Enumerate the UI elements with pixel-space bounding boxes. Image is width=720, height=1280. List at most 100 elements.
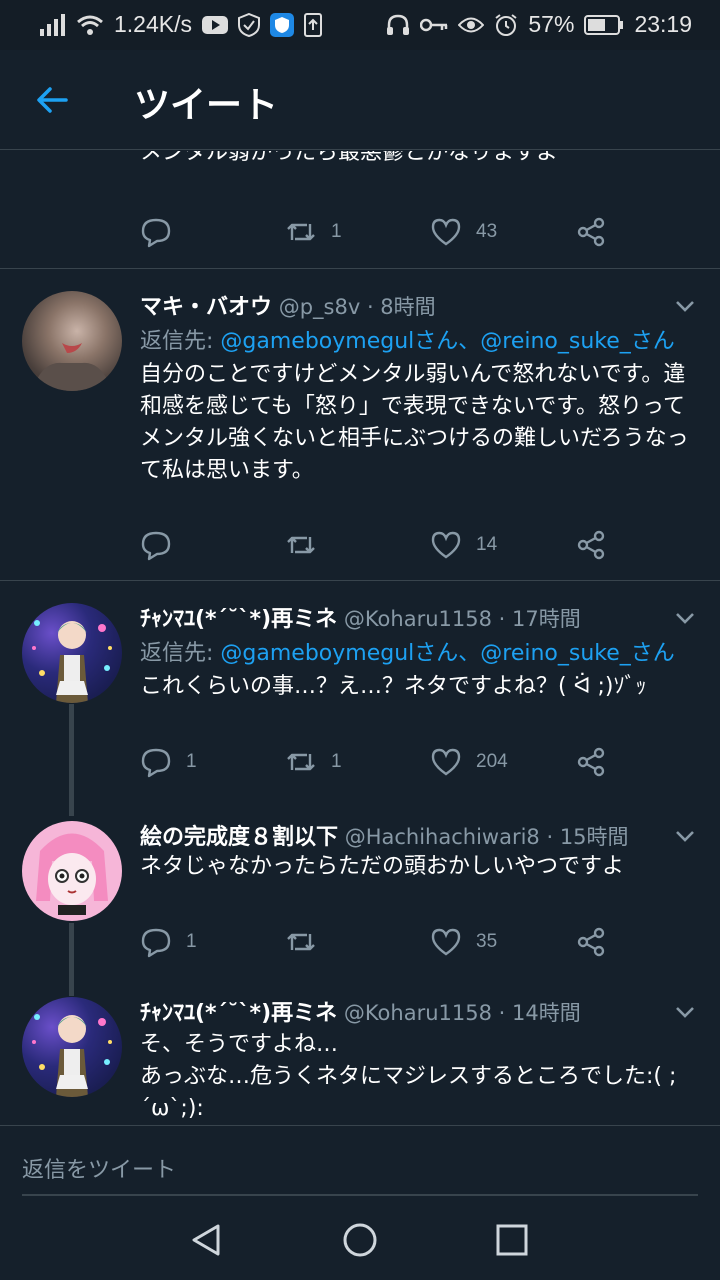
security-app-icon	[270, 12, 294, 37]
replying-to: 返信先: @gameboymegulさん、@reino_suke_さん	[140, 635, 675, 667]
reply-icon	[141, 928, 171, 958]
tweet-body: メンタル弱かったら最悪鬱とかなりますよ	[140, 151, 559, 165]
like-button[interactable]: 204	[430, 742, 508, 782]
mention-link[interactable]: @reino_suke_さん	[480, 641, 675, 666]
like-count: 204	[476, 751, 508, 772]
chevron-down-icon[interactable]	[672, 605, 698, 631]
tweet-partial[interactable]: メンタル弱かったら最悪鬱とかなりますよ 1 43	[0, 151, 720, 268]
reply-composer[interactable]: 返信をツイート	[0, 1125, 720, 1200]
share-button[interactable]	[575, 742, 607, 782]
reply-button[interactable]	[140, 525, 172, 565]
like-count: 14	[476, 534, 498, 555]
user-handle[interactable]: @Koharu1158	[344, 607, 492, 631]
reply-input-underline	[22, 1194, 698, 1196]
replying-label: 返信先:	[140, 329, 221, 354]
avatar[interactable]	[22, 997, 122, 1097]
shield-check-icon	[238, 12, 260, 37]
heart-icon	[431, 748, 461, 776]
wifi-icon	[76, 14, 104, 36]
tweet-body: これくらいの事…？え…？ネタですよね？( ᐛ ;)ｿﾞｯ	[140, 674, 647, 699]
like-button[interactable]: 43	[430, 212, 497, 252]
clock: 23:19	[634, 11, 692, 37]
chevron-down-icon[interactable]	[672, 823, 698, 849]
recents-square-icon[interactable]	[494, 1222, 530, 1258]
network-speed: 1.24K/s	[114, 11, 192, 37]
like-count: 43	[476, 221, 498, 242]
reply-count: 1	[186, 931, 197, 952]
display-name[interactable]: マキ・バオウ	[140, 295, 272, 320]
user-handle[interactable]: @Koharu1158	[344, 1001, 492, 1025]
share-icon	[577, 927, 605, 957]
back-triangle-icon[interactable]	[188, 1222, 224, 1258]
heart-icon	[431, 928, 461, 956]
retweet-button[interactable]: 1	[285, 212, 342, 252]
battery-percent: 57%	[528, 11, 575, 37]
display-name[interactable]: ﾁｬﾝﾏﾕ(*´˘`*)再ミネ	[140, 607, 337, 632]
tweet-thread[interactable]: メンタル弱かったら最悪鬱とかなりますよ 1 43 マキ・バオウ @p_s8v ·…	[0, 151, 720, 1125]
tweet-time: · 17時間	[491, 607, 581, 631]
tweet[interactable]: マキ・バオウ @p_s8v · 8時間 返信先: @gameboymegulさん…	[0, 269, 720, 581]
heart-icon	[431, 218, 461, 246]
tweet-body: そ、そうですよね… あっぶな…危うくネタにマジレスするところでした:( ;´ω`…	[140, 1029, 702, 1125]
retweet-button[interactable]	[285, 922, 317, 962]
share-button[interactable]	[575, 922, 607, 962]
retweet-button[interactable]	[285, 525, 317, 565]
tweet-time: · 15時間	[539, 825, 629, 849]
tweet-body-line: あっぶな…危うくネタにマジレスするところでした:( ;´ω`;):	[140, 1064, 677, 1121]
system-nav-bar	[0, 1200, 720, 1280]
reply-button[interactable]: 1	[140, 922, 197, 962]
retweet-count: 1	[331, 751, 342, 772]
back-arrow-icon[interactable]	[34, 82, 70, 118]
tweet-header: ﾁｬﾝﾏﾕ(*´˘`*)再ミネ @Koharu1158 · 17時間	[140, 601, 660, 633]
alarm-icon	[494, 13, 518, 37]
mention-link[interactable]: @reino_suke_さん	[480, 329, 675, 354]
tweet-header: 絵の完成度８割以下 @Hachihachiwari8 · 15時間	[140, 819, 660, 851]
replying-to: 返信先: @gameboymegulさん、@reino_suke_さん	[140, 323, 675, 355]
header-bar: ツイート	[0, 50, 720, 150]
tweet[interactable]: 絵の完成度８割以下 @Hachihachiwari8 · 15時間 ネタじゃなか…	[0, 799, 720, 979]
status-bar: 1.24K/s 57% 23:19	[0, 0, 720, 50]
display-name[interactable]: 絵の完成度８割以下	[140, 825, 338, 850]
reply-button[interactable]: 1	[140, 742, 197, 782]
heart-icon	[431, 531, 461, 559]
reply-count: 1	[186, 751, 197, 772]
retweet-icon	[287, 933, 315, 951]
avatar[interactable]	[22, 821, 122, 921]
signal-icon	[40, 13, 66, 36]
tweet[interactable]: ﾁｬﾝﾏﾕ(*´˘`*)再ミネ @Koharu1158 · 17時間 返信先: …	[0, 581, 720, 799]
battery-icon	[584, 14, 624, 35]
share-icon	[577, 530, 605, 560]
reply-icon	[141, 218, 171, 248]
chevron-down-icon[interactable]	[672, 999, 698, 1025]
share-icon	[577, 217, 605, 247]
key-icon	[420, 17, 448, 33]
reply-input[interactable]: 返信をツイート	[22, 1152, 176, 1184]
youtube-icon	[202, 15, 228, 35]
retweet-icon	[287, 753, 315, 771]
reply-icon	[141, 531, 171, 561]
user-handle[interactable]: @p_s8v	[279, 295, 361, 319]
home-circle-icon[interactable]	[342, 1222, 378, 1258]
like-button[interactable]: 14	[430, 525, 497, 565]
user-handle[interactable]: @Hachihachiwari8	[345, 825, 540, 849]
retweet-button[interactable]: 1	[285, 742, 342, 782]
share-button[interactable]	[575, 212, 607, 252]
avatar[interactable]	[22, 291, 122, 391]
reply-icon	[141, 748, 171, 778]
mention-link[interactable]: @gameboymegulさん	[220, 329, 458, 354]
tweet-body: 自分のことですけどメンタル弱いんで怒れないです。違和感を感じても「怒り」で表現で…	[140, 362, 689, 483]
mention-link[interactable]: @gameboymegulさん	[220, 641, 458, 666]
chevron-down-icon[interactable]	[672, 293, 698, 319]
like-button[interactable]: 35	[430, 922, 497, 962]
display-name[interactable]: ﾁｬﾝﾏﾕ(*´˘`*)再ミネ	[140, 1001, 337, 1026]
avatar[interactable]	[22, 603, 122, 703]
reply-button[interactable]	[140, 212, 172, 252]
tweet-header: ﾁｬﾝﾏﾕ(*´˘`*)再ミネ @Koharu1158 · 14時間	[140, 995, 660, 1027]
share-button[interactable]	[575, 525, 607, 565]
mention-separator: 、	[458, 329, 481, 354]
replying-label: 返信先:	[140, 641, 221, 666]
tweet[interactable]: ﾁｬﾝﾏﾕ(*´˘`*)再ミネ @Koharu1158 · 14時間 そ、そうで…	[0, 979, 720, 1125]
page-title: ツイート	[134, 85, 279, 126]
share-icon	[577, 747, 605, 777]
like-count: 35	[476, 931, 498, 952]
